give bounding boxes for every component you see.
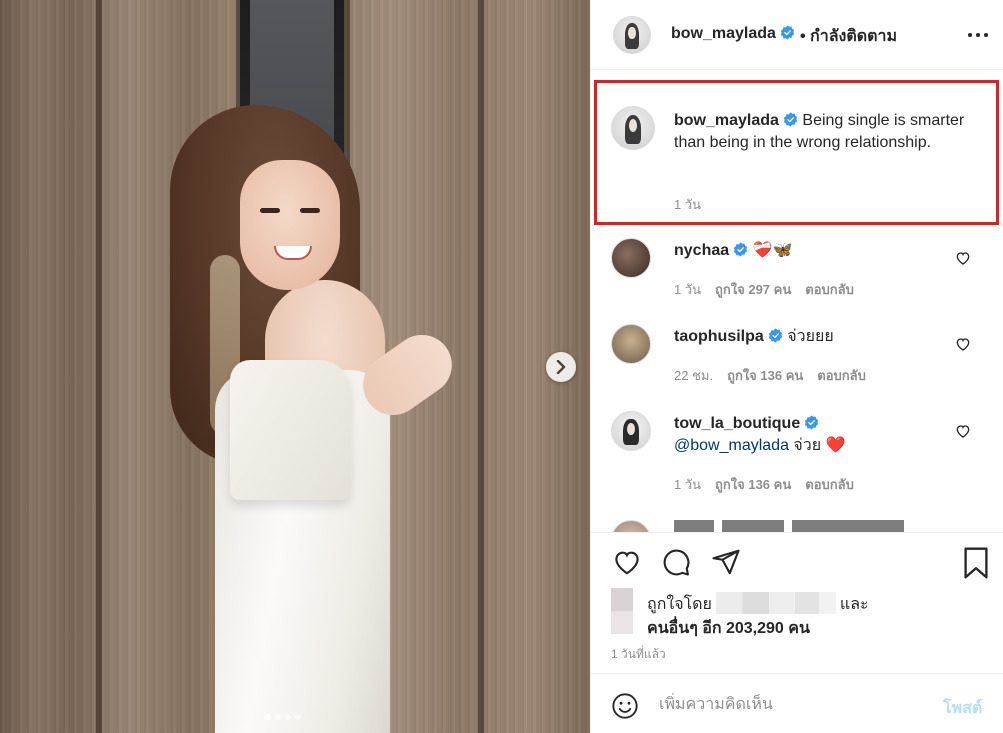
comment-item: tow_la_boutique @bow_maylada จ่วย ❤️ 1 ว… bbox=[611, 403, 991, 493]
verified-badge-icon bbox=[734, 242, 748, 257]
like-comment-heart-icon[interactable] bbox=[955, 336, 971, 352]
mention-link[interactable]: @bow_maylada bbox=[674, 437, 789, 454]
add-comment-bar: โพสต์ bbox=[591, 673, 1003, 733]
wood-panel-seam bbox=[96, 0, 102, 733]
comment-input[interactable] bbox=[659, 693, 929, 717]
carousel-dot bbox=[285, 714, 291, 720]
comment-likes[interactable]: ถูกใจ 136 คน bbox=[727, 365, 803, 386]
comment-body: tow_la_boutique @bow_maylada จ่วย ❤️ bbox=[674, 413, 954, 457]
like-comment-heart-icon[interactable] bbox=[955, 423, 971, 439]
post-timestamp[interactable]: 1 วันที่แล้ว bbox=[611, 645, 666, 664]
likes-text: ถูกใจโดย และ คนอื่นๆ อีก 203,290 คน bbox=[647, 592, 977, 641]
wood-panel-seam bbox=[478, 0, 484, 733]
avatar[interactable] bbox=[611, 106, 655, 150]
dress-ruffle bbox=[230, 360, 350, 500]
caption-username[interactable]: bow_maylada bbox=[674, 112, 779, 129]
comment-item: nychaa ❤️‍🩹🦋 1 วัน ถูกใจ 297 คน ตอบกลับ bbox=[611, 230, 991, 320]
reply-button[interactable]: ตอบกลับ bbox=[817, 365, 866, 386]
verified-badge-icon bbox=[780, 25, 795, 40]
carousel-dot-active bbox=[265, 714, 271, 720]
header-username[interactable]: bow_maylada bbox=[671, 25, 795, 43]
carousel-dot bbox=[275, 714, 281, 720]
comment-body: taophusilpa จ่วยยย bbox=[674, 326, 954, 348]
verified-badge-icon bbox=[783, 112, 798, 127]
comment-item-partial bbox=[611, 520, 991, 532]
like-comment-heart-icon[interactable] bbox=[955, 250, 971, 266]
post-comment-button[interactable]: โพสต์ bbox=[943, 696, 982, 721]
reply-button[interactable]: ตอบกลับ bbox=[805, 279, 854, 300]
comment-username[interactable]: tow_la_boutique bbox=[674, 415, 800, 432]
share-paper-plane-icon[interactable] bbox=[711, 547, 741, 577]
smile bbox=[274, 246, 312, 260]
caption-body: bow_maylada Being single is smarter than… bbox=[674, 110, 974, 154]
post-photo[interactable] bbox=[0, 0, 590, 733]
comment-time[interactable]: 1 วัน bbox=[674, 279, 701, 300]
liker-avatar-blurred[interactable] bbox=[611, 588, 633, 634]
emoji-smile-icon[interactable] bbox=[611, 692, 639, 720]
person-figure bbox=[170, 105, 470, 733]
comment-text: จ่วย ❤️ bbox=[793, 437, 846, 454]
comment-likes[interactable]: ถูกใจ 297 คน bbox=[715, 279, 791, 300]
verified-badge-icon bbox=[805, 415, 819, 430]
avatar[interactable] bbox=[613, 16, 651, 54]
avatar[interactable] bbox=[611, 520, 651, 532]
post-actions-area: ถูกใจโดย และ คนอื่นๆ อีก 203,290 คน 1 วัน… bbox=[591, 532, 1003, 672]
comment-likes[interactable]: ถูกใจ 136 คน bbox=[715, 474, 791, 495]
reply-button[interactable]: ตอบกลับ bbox=[805, 474, 854, 495]
liked-by-label: ถูกใจโดย bbox=[647, 596, 712, 613]
more-horizontal-icon[interactable] bbox=[967, 26, 989, 44]
follow-status[interactable]: • กำลังติดตาม bbox=[800, 24, 897, 49]
caption-time[interactable]: 1 วัน bbox=[674, 194, 701, 215]
like-heart-icon[interactable] bbox=[611, 547, 643, 577]
avatar[interactable] bbox=[611, 411, 651, 451]
comment-meta: 1 วัน ถูกใจ 136 คน ตอบกลับ bbox=[674, 474, 868, 495]
cut-off-comment-text bbox=[674, 520, 904, 532]
chevron-right-icon bbox=[556, 360, 566, 374]
comment-body: nychaa ❤️‍🩹🦋 bbox=[674, 240, 954, 262]
comment-username[interactable]: nychaa bbox=[674, 242, 729, 259]
eye bbox=[300, 208, 320, 213]
comment-time[interactable]: 22 ชม. bbox=[674, 365, 713, 386]
comment-username[interactable]: taophusilpa bbox=[674, 328, 764, 345]
comment-text: ❤️‍🩹🦋 bbox=[752, 242, 793, 259]
carousel-dot bbox=[295, 714, 301, 720]
likes-count-link[interactable]: คนอื่นๆ อีก 203,290 คน bbox=[647, 620, 810, 637]
eye bbox=[260, 208, 280, 213]
post-side-panel: bow_maylada • กำลังติดตาม bow_maylada Be… bbox=[590, 0, 1003, 733]
comments-list[interactable]: nychaa ❤️‍🩹🦋 1 วัน ถูกใจ 297 คน ตอบกลับ … bbox=[591, 230, 1003, 532]
verified-badge-icon bbox=[768, 328, 782, 343]
comment-time[interactable]: 1 วัน bbox=[674, 474, 701, 495]
carousel-next-button[interactable] bbox=[546, 352, 576, 382]
comment-bubble-icon[interactable] bbox=[661, 547, 691, 577]
comment-meta: 1 วัน ถูกใจ 297 คน ตอบกลับ bbox=[674, 279, 868, 300]
comment-meta: 22 ชม. ถูกใจ 136 คน ตอบกลับ bbox=[674, 365, 880, 386]
blurred-username bbox=[715, 592, 836, 614]
comment-text: จ่วยยย bbox=[787, 328, 834, 345]
comment-item: taophusilpa จ่วยยย 22 ชม. ถูกใจ 136 คน ต… bbox=[611, 316, 991, 406]
carousel-indicator bbox=[265, 714, 301, 720]
likes-and-label: และ bbox=[839, 596, 869, 613]
post-header: bow_maylada • กำลังติดตาม bbox=[591, 0, 1003, 70]
save-bookmark-icon[interactable] bbox=[963, 547, 989, 579]
avatar[interactable] bbox=[611, 238, 651, 278]
face bbox=[240, 160, 340, 290]
avatar[interactable] bbox=[611, 324, 651, 364]
